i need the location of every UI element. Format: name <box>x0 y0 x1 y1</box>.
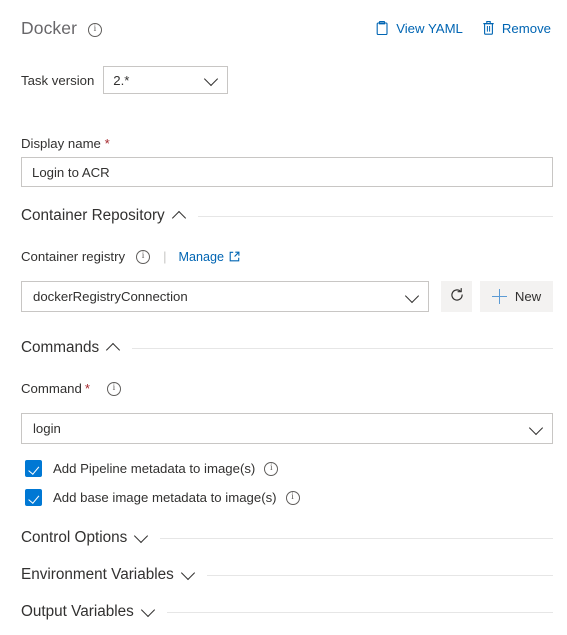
display-name-label: Display name * <box>21 136 110 151</box>
command-label-row: Command * <box>21 381 121 396</box>
task-version-row: Task version 2.* <box>21 66 229 94</box>
container-registry-label-row: Container registry | Manage <box>21 249 240 264</box>
chevron-down-icon <box>528 420 544 435</box>
chevron-up-icon <box>171 210 186 225</box>
info-icon[interactable] <box>264 461 279 476</box>
section-title: Control Options <box>21 529 128 546</box>
remove-button[interactable]: Remove <box>481 18 552 38</box>
new-service-connection-button[interactable]: New <box>480 281 553 312</box>
section-title: Output Variables <box>21 603 134 620</box>
section-environment-variables[interactable]: Environment Variables <box>21 565 553 584</box>
section-control-options[interactable]: Control Options <box>21 528 553 547</box>
plus-icon <box>491 289 507 304</box>
required-marker: * <box>104 136 110 151</box>
chevron-down-icon <box>404 288 420 303</box>
section-output-variables[interactable]: Output Variables <box>21 602 553 621</box>
section-divider <box>160 537 553 539</box>
chevron-down-icon <box>134 528 149 544</box>
task-editor-panel: Docker View YAML <box>0 0 567 635</box>
chevron-down-icon <box>180 565 195 581</box>
command-value: login <box>33 421 61 436</box>
page-title: Docker <box>21 18 78 38</box>
section-commands[interactable]: Commands <box>21 339 553 357</box>
container-registry-label: Container registry <box>21 249 126 264</box>
required-marker: * <box>84 381 90 396</box>
section-divider <box>166 611 553 613</box>
panel-header: Docker View YAML <box>0 0 567 52</box>
label-separator: | <box>163 249 167 264</box>
manage-link[interactable]: Manage <box>178 250 224 264</box>
refresh-button[interactable] <box>441 281 472 312</box>
view-yaml-label: View YAML <box>396 20 463 36</box>
view-yaml-button[interactable]: View YAML <box>374 18 464 38</box>
section-divider <box>206 574 553 576</box>
display-name-label-text: Display name <box>21 136 101 151</box>
refresh-icon <box>449 287 465 306</box>
clipboard-icon <box>375 20 389 36</box>
section-title: Container Repository <box>21 207 165 224</box>
display-name-input[interactable] <box>21 157 553 187</box>
trash-icon <box>482 20 495 36</box>
new-button-label: New <box>514 289 542 304</box>
checkbox-row-pipeline-metadata: Add Pipeline metadata to image(s) <box>25 460 279 477</box>
section-divider <box>132 347 553 349</box>
section-divider <box>197 215 553 217</box>
task-version-label: Task version <box>21 72 95 88</box>
task-version-select[interactable]: 2.* <box>103 66 229 94</box>
command-label: Command <box>21 381 82 396</box>
checkbox-row-base-image-metadata: Add base image metadata to image(s) <box>25 489 300 506</box>
external-link-icon[interactable] <box>229 251 240 262</box>
task-version-value: 2.* <box>113 72 130 88</box>
chevron-down-icon <box>140 602 155 618</box>
section-title: Commands <box>21 339 100 356</box>
add-base-image-metadata-label: Add base image metadata to image(s) <box>53 490 277 505</box>
info-icon[interactable] <box>285 490 300 505</box>
chevron-up-icon <box>106 342 121 357</box>
section-container-repository[interactable]: Container Repository <box>21 207 553 225</box>
command-select[interactable]: login <box>21 413 553 444</box>
add-pipeline-metadata-checkbox[interactable] <box>25 460 42 477</box>
add-pipeline-metadata-label: Add Pipeline metadata to image(s) <box>53 461 256 476</box>
container-registry-select[interactable]: dockerRegistryConnection <box>21 281 429 312</box>
section-title: Environment Variables <box>21 566 174 583</box>
info-icon[interactable] <box>136 249 151 264</box>
info-icon[interactable] <box>88 23 102 37</box>
add-base-image-metadata-checkbox[interactable] <box>25 489 42 506</box>
chevron-down-icon <box>204 71 219 87</box>
header-actions: View YAML Remove <box>374 18 552 38</box>
container-registry-value: dockerRegistryConnection <box>33 289 188 304</box>
info-icon[interactable] <box>106 381 121 396</box>
remove-label: Remove <box>501 20 551 36</box>
